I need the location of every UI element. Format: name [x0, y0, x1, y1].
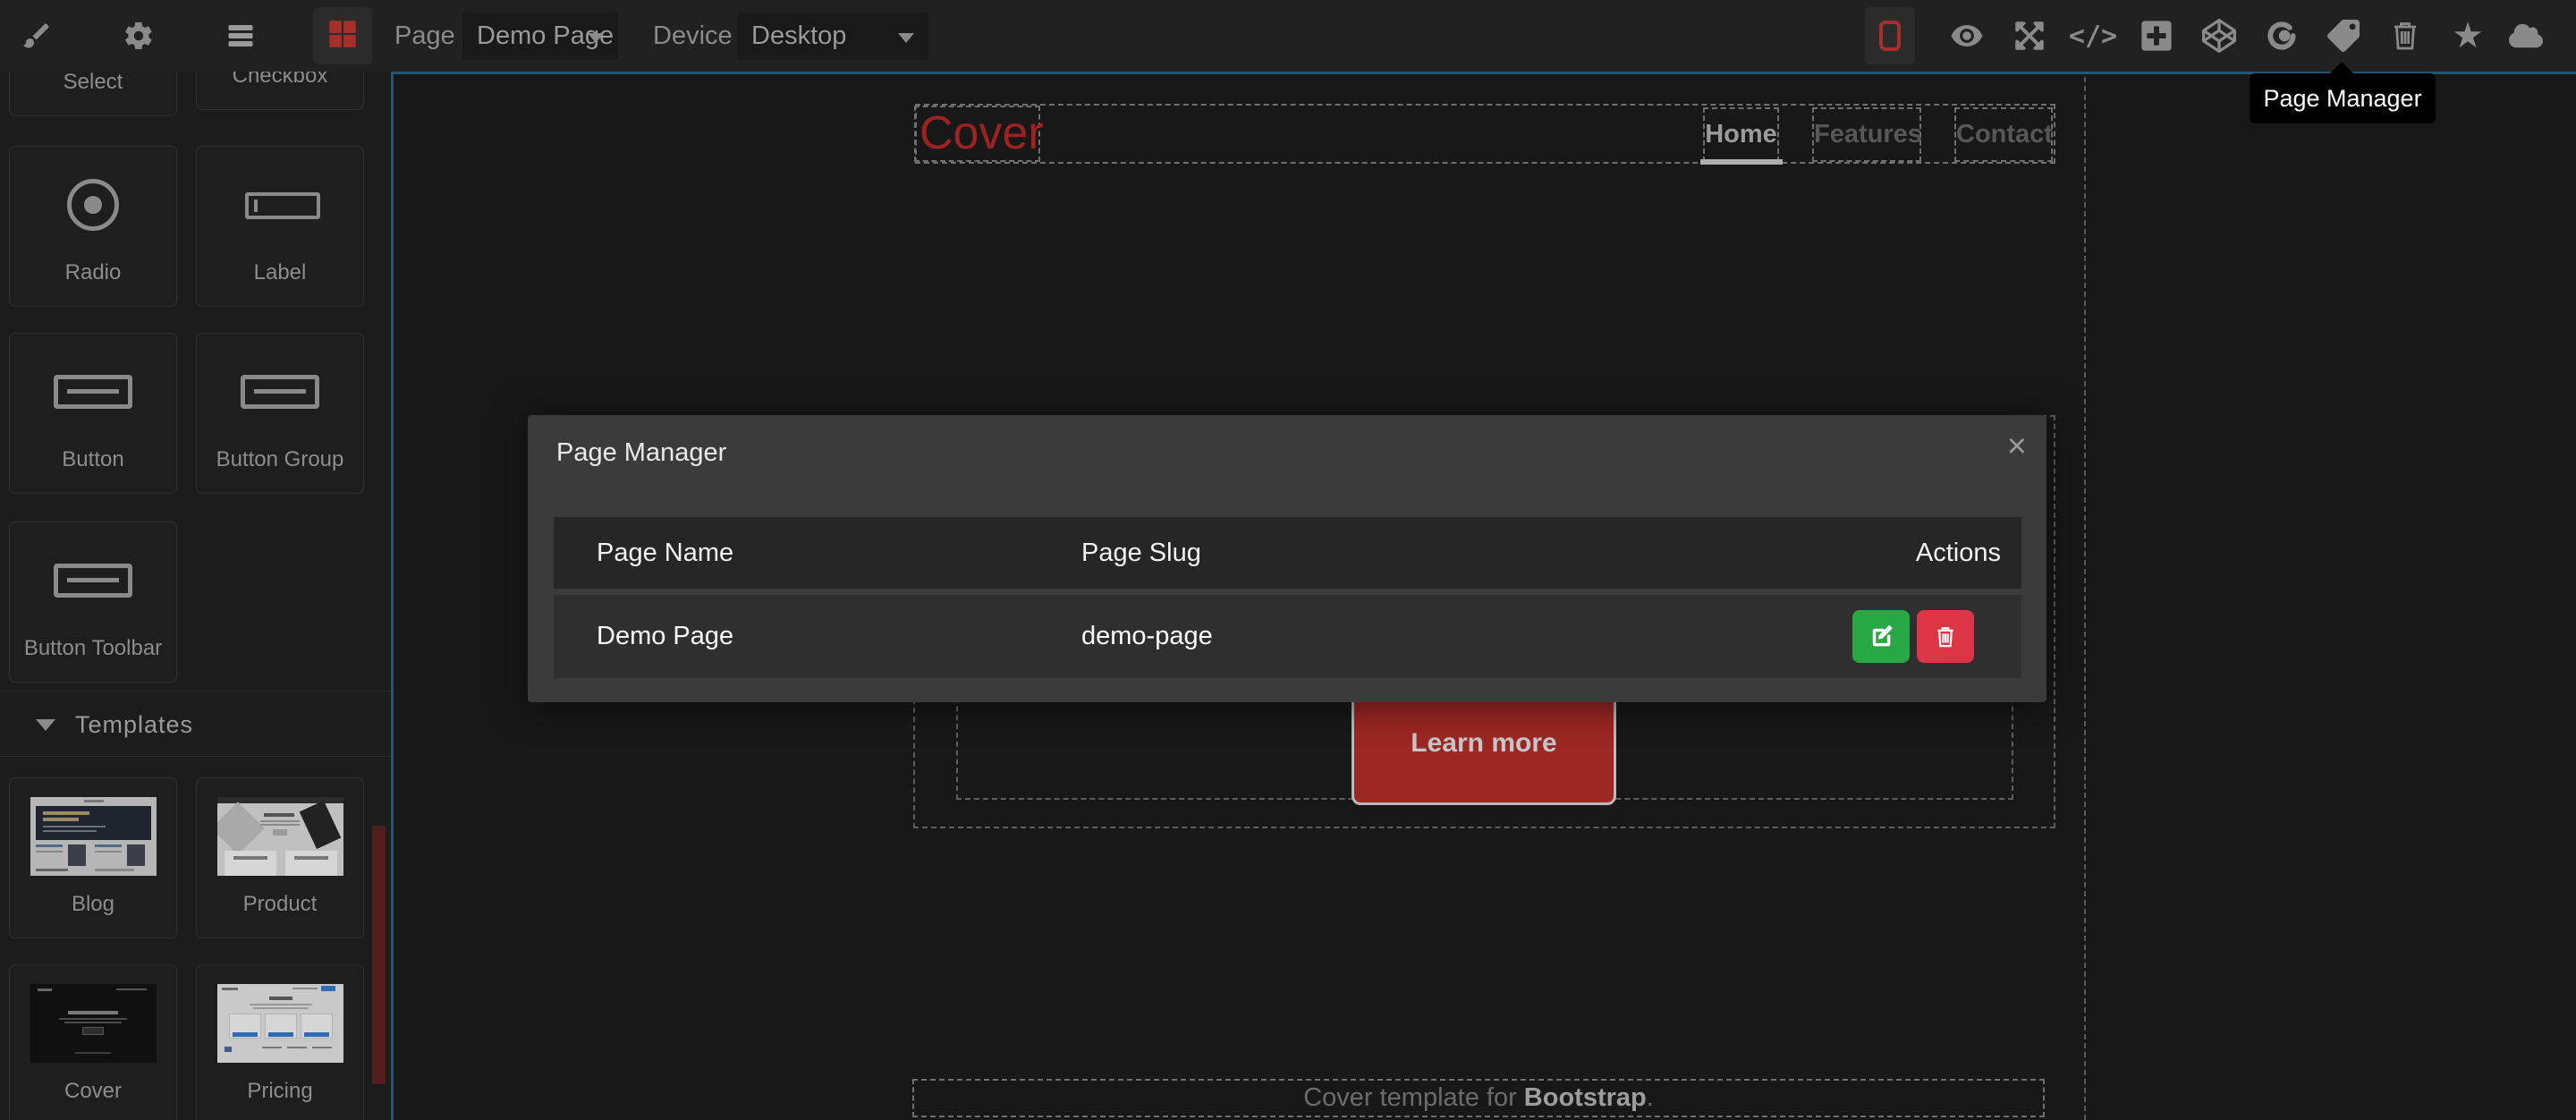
nav-item-home[interactable]: Home	[1703, 107, 1779, 162]
page-select[interactable]: Demo Page	[462, 13, 618, 60]
block-button-group[interactable]: Button Group	[196, 333, 364, 494]
cover-brand-text: Cover	[916, 107, 1038, 159]
blocks-sidebar: Select Checkbox Radio Label Button Butto…	[0, 72, 391, 1120]
col-page-slug: Page Slug	[1081, 539, 1735, 568]
blocks-icon	[326, 18, 359, 55]
page-manager-modal: Page Manager × Page Name Page Slug Actio…	[528, 415, 2046, 702]
button-icon	[10, 334, 176, 449]
divider	[0, 756, 391, 757]
col-actions: Actions	[1735, 539, 2021, 568]
fullscreen-icon[interactable]	[2012, 19, 2046, 53]
product-thumbnail	[217, 797, 343, 876]
label-icon	[197, 147, 363, 262]
block-label: Button Group	[197, 449, 363, 471]
block-label: Select	[10, 72, 176, 93]
import-plus-icon[interactable]	[2140, 19, 2174, 53]
body-right-edge-guide	[2084, 77, 2086, 1120]
top-toolbar: Page Demo Page Device Desktop </> ★	[0, 0, 2576, 72]
trash-icon[interactable]	[2388, 19, 2422, 53]
block-label-el[interactable]: Label	[196, 146, 364, 307]
borders-visibility-button[interactable]	[1865, 7, 1915, 64]
page-name-cell: Demo Page	[554, 622, 1081, 651]
table-header-row: Page Name Page Slug Actions	[554, 517, 2021, 589]
code-icon[interactable]: </>	[2064, 19, 2122, 53]
block-label: Button Toolbar	[10, 638, 176, 659]
edit-page-button[interactable]	[1852, 610, 1910, 663]
template-product[interactable]: Product	[196, 777, 364, 938]
block-select[interactable]: Select	[9, 72, 177, 116]
actions-cell	[1735, 610, 2021, 663]
block-radio[interactable]: Radio	[9, 146, 177, 307]
cloud-icon[interactable]	[2509, 19, 2543, 53]
cover-footer-component[interactable]: Cover template for Bootstrap.	[912, 1079, 2045, 1117]
blog-thumbnail	[30, 797, 157, 876]
bootstrap-link[interactable]: Bootstrap	[1524, 1083, 1647, 1112]
template-label: Cover	[10, 1081, 176, 1102]
caret-down-icon	[898, 33, 914, 43]
footer-text: Cover template for	[1303, 1083, 1524, 1112]
templates-section-header[interactable]: Templates	[0, 698, 391, 751]
nav-item-features[interactable]: Features	[1812, 107, 1921, 162]
sidebar-scrollbar[interactable]	[372, 826, 386, 1084]
nav-home-underline	[1700, 159, 1783, 165]
block-button-toolbar[interactable]: Button Toolbar	[9, 522, 177, 683]
brush-icon[interactable]	[20, 19, 54, 53]
templates-title: Templates	[75, 711, 193, 739]
block-label: Radio	[10, 262, 176, 284]
codepen-icon[interactable]	[2202, 19, 2236, 53]
delete-page-button[interactable]	[1917, 610, 1974, 663]
modal-title: Page Manager	[556, 438, 726, 468]
block-checkbox[interactable]: Checkbox	[196, 72, 364, 110]
nav-item-contact[interactable]: Contact	[1954, 107, 2053, 162]
template-pricing[interactable]: Pricing	[196, 964, 364, 1120]
cover-thumbnail	[30, 984, 157, 1063]
template-blog[interactable]: Blog	[9, 777, 177, 938]
template-label: Blog	[10, 894, 176, 915]
pages-table: Page Name Page Slug Actions Demo Page de…	[554, 517, 2021, 678]
cover-brand-component[interactable]: Cover	[914, 106, 1040, 162]
divider	[0, 691, 391, 692]
template-label: Pricing	[197, 1081, 363, 1102]
page-slug-cell: demo-page	[1081, 622, 1735, 651]
col-page-name: Page Name	[554, 539, 1081, 568]
close-icon[interactable]: ×	[2007, 428, 2027, 466]
blocks-button[interactable]	[313, 7, 372, 64]
block-label: Checkbox	[197, 72, 363, 87]
trash-icon	[1934, 624, 1957, 649]
template-cover[interactable]: Cover	[9, 964, 177, 1120]
button-group-icon	[197, 334, 363, 449]
caret-down-icon	[36, 719, 55, 731]
star-icon[interactable]: ★	[2451, 19, 2485, 53]
layers-icon[interactable]	[224, 19, 258, 53]
radio-icon	[10, 147, 176, 262]
table-row: Demo Page demo-page	[554, 595, 2021, 678]
tag-icon[interactable]	[2326, 19, 2360, 53]
template-label: Product	[197, 894, 363, 915]
device-select-value: Desktop	[751, 21, 846, 50]
gear-icon[interactable]	[122, 19, 156, 53]
block-button[interactable]: Button	[9, 333, 177, 494]
undo-icon[interactable]	[2265, 19, 2299, 53]
block-label: Label	[197, 262, 363, 284]
borders-visibility-icon	[1879, 21, 1901, 51]
block-label: Button	[10, 449, 176, 471]
pricing-thumbnail	[217, 984, 343, 1063]
page-manager-tooltip: Page Manager	[2250, 73, 2436, 123]
device-select[interactable]: Desktop	[737, 13, 928, 60]
edit-pencil-icon	[1868, 624, 1894, 650]
page-label: Page	[394, 0, 455, 72]
button-toolbar-icon	[10, 522, 176, 638]
caret-down-icon	[588, 33, 604, 43]
preview-eye-icon[interactable]	[1950, 19, 1984, 53]
device-label: Device	[653, 0, 733, 72]
